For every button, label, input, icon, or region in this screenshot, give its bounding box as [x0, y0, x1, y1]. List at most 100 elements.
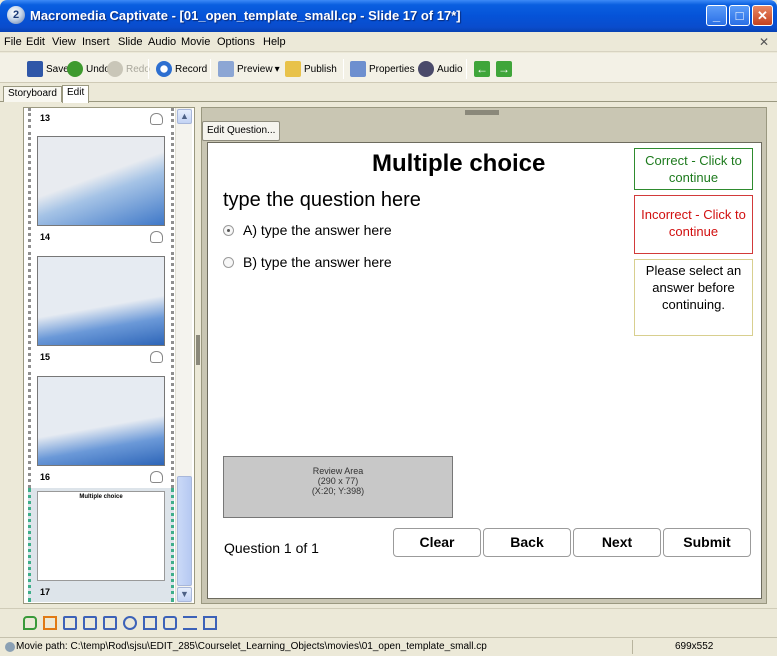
menu-bar: File Edit View Insert Slide Audio Movie …	[0, 32, 777, 52]
incorrect-feedback-caption[interactable]: Incorrect - Click to continue	[634, 195, 753, 254]
slide-editor-canvas: Edit Question... Multiple choice type th…	[201, 107, 767, 604]
button-icon[interactable]	[83, 616, 97, 630]
menu-movie[interactable]: Movie	[181, 36, 210, 48]
record-icon	[156, 61, 172, 77]
filmstrip-panel: 13 14 15 16 Multiple choice 17 ▲ ▼	[23, 107, 195, 604]
view-tabs: Storyboard Edit	[0, 84, 777, 103]
close-button[interactable]: ✕	[752, 5, 773, 26]
record-button[interactable]: Record	[156, 60, 207, 78]
previous-slide-button[interactable]: ←	[474, 60, 493, 78]
hand-cursor-icon	[150, 351, 163, 363]
clear-button[interactable]: Clear	[393, 528, 481, 557]
preview-button[interactable]: Preview ▾	[218, 60, 280, 78]
slide-number: 17	[40, 587, 51, 597]
slide-number: 13	[40, 113, 51, 123]
answer-option-b[interactable]: B) type the answer here	[223, 254, 392, 270]
radio-button-selected[interactable]	[223, 224, 234, 236]
thumbnail-title: Multiple choice	[79, 494, 123, 500]
filmstrip-slide-16[interactable]: 16	[28, 372, 174, 488]
slide-title[interactable]: Multiple choice	[372, 150, 545, 178]
redo-icon	[107, 61, 123, 77]
rectangle-icon[interactable]	[163, 616, 177, 630]
maximize-button[interactable]: □	[729, 5, 750, 26]
menu-file[interactable]: File	[4, 36, 22, 48]
filmstrip-slide-13[interactable]: 13	[28, 108, 174, 128]
window-title: Macromedia Captivate - [01_open_template…	[30, 8, 461, 23]
tab-storyboard[interactable]: Storyboard	[3, 86, 62, 102]
scroll-up-icon[interactable]: ▲	[177, 109, 192, 124]
properties-button[interactable]: Properties	[350, 60, 415, 78]
review-area-label: Review Area	[312, 466, 364, 476]
title-bar: 2 Macromedia Captivate - [01_open_templa…	[0, 0, 777, 32]
scrollbar-thumb[interactable]	[177, 476, 192, 586]
slide-number: 14	[40, 232, 51, 242]
next-slide-button[interactable]: →	[496, 60, 515, 78]
hand-cursor-icon	[150, 113, 163, 125]
audio-icon	[418, 61, 434, 77]
save-icon	[27, 61, 43, 77]
movie-size: 699x552	[675, 641, 714, 652]
menu-view[interactable]: View	[52, 36, 76, 48]
status-bar: Movie path: C:\temp\Rod\sjsu\EDIT_285\Co…	[0, 637, 777, 656]
radio-button[interactable]	[223, 256, 234, 268]
slide-number: 15	[40, 352, 51, 362]
menu-options[interactable]: Options	[217, 36, 255, 48]
highlight-box-icon[interactable]	[43, 616, 57, 630]
main-toolbar: Save Undo Redo Record Preview ▾ Publish …	[0, 53, 777, 83]
splitter-grip[interactable]	[196, 335, 200, 365]
movie-path-icon	[5, 642, 15, 652]
properties-icon	[350, 61, 366, 77]
save-button[interactable]: Save	[27, 60, 69, 78]
filmstrip-slide-15[interactable]: 15	[28, 252, 174, 368]
filmstrip-list: 13 14 15 16 Multiple choice 17	[28, 108, 174, 603]
slide-thumbnail	[37, 136, 165, 226]
menu-edit[interactable]: Edit	[26, 36, 45, 48]
submit-button[interactable]: Submit	[663, 528, 751, 557]
tab-edit[interactable]: Edit	[62, 85, 90, 103]
toolbar-divider	[466, 59, 467, 79]
question-text[interactable]: type the question here	[223, 189, 421, 212]
status-divider	[632, 640, 633, 654]
slide-thumbnail	[37, 376, 165, 466]
captivate-logo-icon[interactable]: 2	[7, 6, 25, 24]
correct-feedback-caption[interactable]: Correct - Click to continue	[634, 148, 753, 190]
audio-button[interactable]: Audio	[418, 60, 463, 78]
publish-button[interactable]: Publish	[285, 60, 337, 78]
edit-question-button[interactable]: Edit Question...	[202, 121, 281, 141]
menu-help[interactable]: Help	[263, 36, 286, 48]
review-area[interactable]: Review Area (290 x 77) (X:20; Y:398)	[223, 456, 453, 518]
rollover-icon[interactable]	[123, 616, 137, 630]
menu-audio[interactable]: Audio	[148, 36, 176, 48]
click-box-icon[interactable]	[63, 616, 77, 630]
animation-icon[interactable]	[183, 616, 197, 630]
text-entry-icon[interactable]	[103, 616, 117, 630]
answer-option-a[interactable]: A) type the answer here	[223, 222, 392, 238]
timeline-grip[interactable]	[465, 110, 499, 115]
publish-icon	[285, 61, 301, 77]
menu-insert[interactable]: Insert	[82, 36, 110, 48]
movie-path: Movie path: C:\temp\Rod\sjsu\EDIT_285\Co…	[16, 641, 487, 652]
filmstrip-slide-14[interactable]: 14	[28, 132, 174, 248]
toolbar-divider	[343, 59, 344, 79]
incomplete-feedback-caption[interactable]: Please select an answer before continuin…	[634, 259, 753, 336]
review-area-size: (290 x 77)	[317, 476, 359, 486]
menu-slide[interactable]: Slide	[118, 36, 142, 48]
filmstrip-scrollbar[interactable]: ▲ ▼	[175, 108, 192, 603]
scroll-down-icon[interactable]: ▼	[177, 587, 192, 602]
caption-icon[interactable]	[23, 616, 37, 630]
back-button[interactable]: Back	[483, 528, 571, 557]
minimize-button[interactable]: _	[706, 5, 727, 26]
rollover-caption-icon[interactable]	[143, 616, 157, 630]
undo-button[interactable]: Undo	[67, 60, 110, 78]
hand-cursor-icon	[150, 231, 163, 243]
slide-stage: Multiple choice type the question here A…	[207, 142, 762, 599]
redo-button[interactable]: Redo	[107, 60, 150, 78]
dropdown-arrow-icon: ▾	[274, 63, 280, 75]
slide-number: 16	[40, 472, 51, 482]
filmstrip-slide-17[interactable]: Multiple choice 17	[28, 488, 174, 602]
document-close-icon[interactable]: ✕	[759, 35, 769, 49]
undo-icon	[67, 61, 83, 77]
next-button[interactable]: Next	[573, 528, 661, 557]
zoom-area-icon[interactable]	[203, 616, 217, 630]
toolbar-divider	[210, 59, 211, 79]
